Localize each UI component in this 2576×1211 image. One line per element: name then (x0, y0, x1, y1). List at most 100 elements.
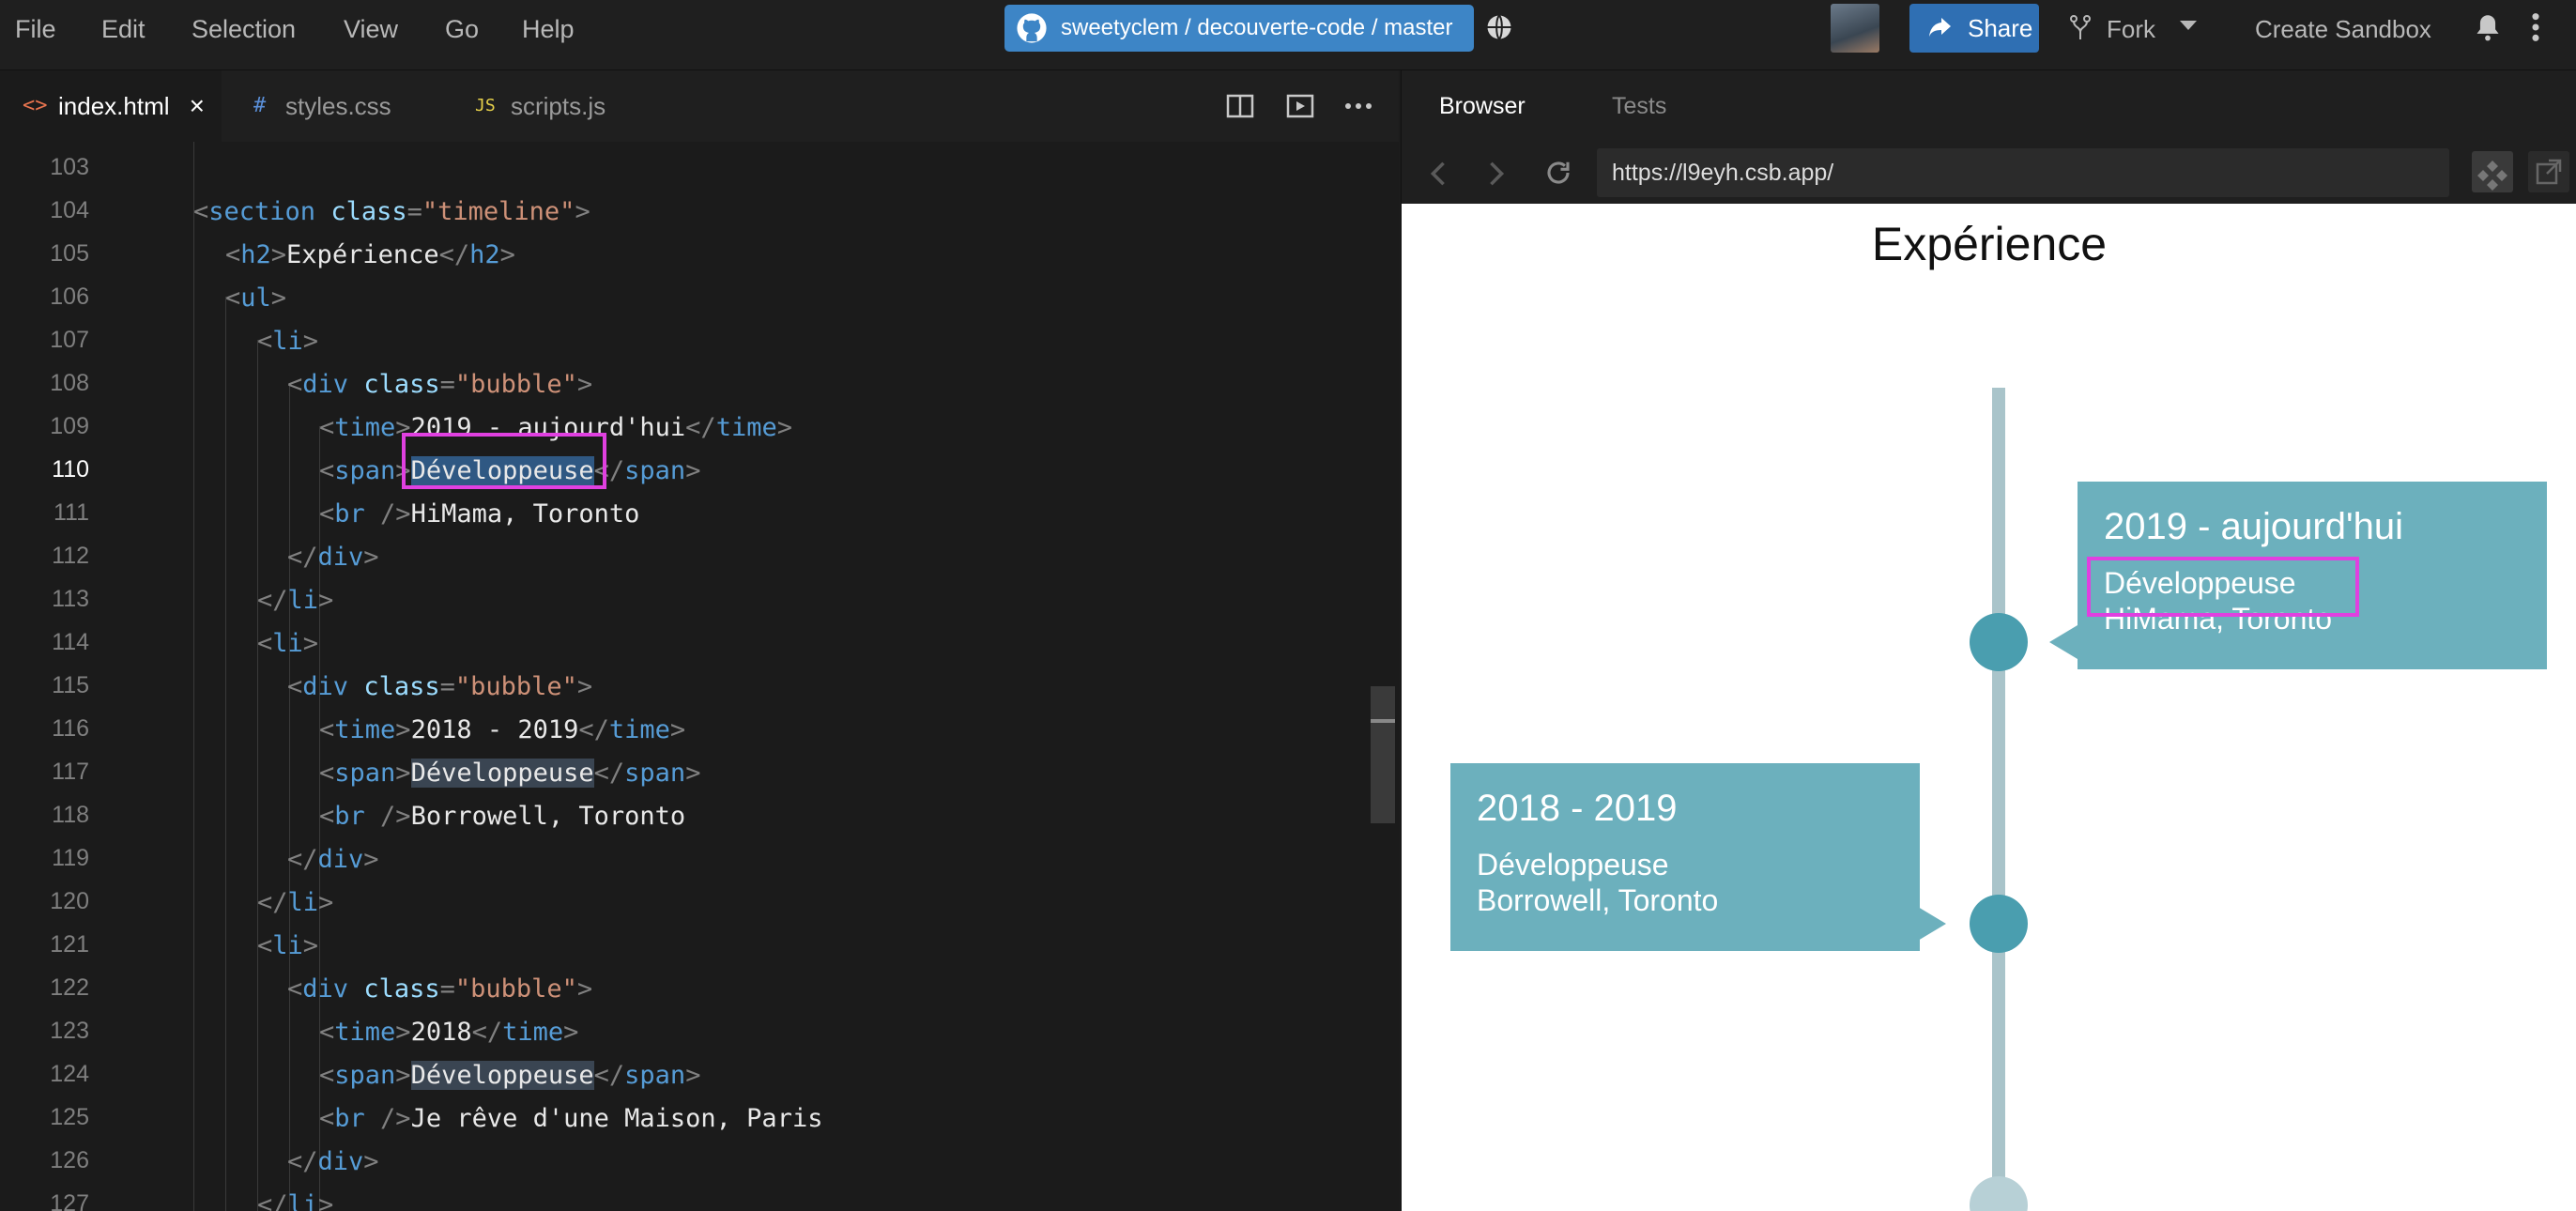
code-line: <time>2018</time> (319, 1018, 579, 1047)
repo-link[interactable]: sweetyclem / decouverte-code / master (1004, 5, 1474, 52)
forward-icon[interactable] (1488, 161, 1505, 187)
tab-tests[interactable]: Tests (1612, 70, 1666, 142)
code-line: <br />HiMama, Toronto (319, 499, 640, 529)
tab-label: scripts.js (511, 92, 606, 120)
menu-go[interactable]: Go (445, 0, 479, 58)
menu-file[interactable]: File (15, 0, 56, 58)
bubble-date: 2018 - 2019 (1477, 788, 1678, 829)
tab-label: index.html (58, 92, 170, 120)
annotation-highlight-box (2087, 557, 2359, 617)
bell-icon[interactable] (2475, 13, 2501, 41)
line-number: 114 (52, 629, 89, 655)
browser-viewport[interactable]: Expérience 2019 - aujourd'hui Développeu… (1402, 204, 2576, 1211)
indent-guide (289, 383, 290, 1211)
code-line: <section class="timeline"> (193, 197, 590, 226)
timeline-line (1992, 388, 2005, 1211)
github-icon (1017, 13, 1047, 43)
code-line: </li> (257, 1190, 334, 1211)
timeline-bubble: 2018 - 2019 Développeuse Borrowell, Toro… (1450, 763, 1920, 951)
code-line: <div class="bubble"> (287, 370, 593, 399)
line-number: 126 (50, 1147, 89, 1173)
repo-label: sweetyclem / decouverte-code / master (1061, 15, 1453, 40)
line-number: 124 (50, 1061, 89, 1087)
code-line: <span>Développeuse</span> (319, 1061, 701, 1090)
line-number: 104 (50, 197, 89, 223)
code-line: <ul> (225, 284, 287, 313)
split-editor-icon[interactable] (1226, 93, 1254, 119)
fork-label: Fork (2107, 15, 2155, 43)
menu-selection[interactable]: Selection (192, 0, 296, 58)
close-icon[interactable]: × (190, 70, 205, 142)
html-file-icon: <> (23, 94, 48, 117)
preview-panel: Browser Tests Expérience (1401, 70, 2576, 1211)
editor-scrollbar[interactable] (1371, 686, 1395, 823)
menu-view[interactable]: View (344, 0, 398, 58)
menu-edit[interactable]: Edit (101, 0, 146, 58)
code-line: <br />Borrowell, Toronto (319, 802, 686, 831)
tab-label: styles.css (285, 92, 391, 120)
annotation-highlight-box (402, 433, 606, 489)
code-line: </div> (287, 543, 379, 572)
tab-styles-css[interactable]: # styles.css (231, 70, 447, 142)
code-line: </li> (257, 888, 334, 917)
code-line: </div> (287, 1147, 379, 1176)
code-line: <span>Développeuse</span> (319, 759, 701, 788)
page-heading: Expérience (1871, 218, 2108, 270)
code-line: <li> (257, 327, 319, 356)
tab-browser[interactable]: Browser (1439, 70, 1526, 142)
bubble-place: Borrowell, Toronto (1477, 883, 1719, 917)
fork-dropdown-caret-icon[interactable] (2180, 21, 2197, 30)
line-number: 119 (52, 845, 89, 871)
share-label: Share (1968, 14, 2033, 42)
timeline-dot (1970, 895, 2028, 953)
menu-help[interactable]: Help (522, 0, 575, 58)
line-number: 113 (52, 586, 89, 612)
code-line: </div> (287, 845, 379, 874)
bubble-date: 2019 - aujourd'hui (2104, 506, 2403, 547)
line-number: 122 (50, 974, 89, 1001)
url-input[interactable] (1597, 148, 2449, 197)
line-number: 117 (52, 759, 89, 785)
line-number: 115 (52, 672, 89, 698)
indent-guide (225, 297, 226, 1211)
line-number: 110 (52, 456, 89, 483)
line-number: 118 (52, 802, 89, 828)
bubble-role: Développeuse (1477, 848, 1669, 881)
css-file-icon: # (253, 94, 267, 117)
timeline-dot (1970, 1176, 2028, 1211)
create-sandbox-button[interactable]: Create Sandbox (2255, 0, 2431, 58)
bubble-pointer (2049, 625, 2078, 659)
user-avatar[interactable] (1831, 4, 1879, 53)
line-number: 125 (50, 1104, 89, 1130)
code-line: <li> (257, 931, 319, 960)
more-vertical-icon[interactable] (2529, 11, 2542, 43)
bubble-pointer (1918, 907, 1946, 941)
line-number: 105 (50, 240, 89, 267)
code-line: <div class="bubble"> (287, 672, 593, 701)
line-number: 109 (50, 413, 89, 439)
preview-icon[interactable] (1286, 93, 1314, 119)
line-number: 106 (50, 284, 89, 310)
more-horizontal-icon[interactable] (1344, 102, 1372, 110)
share-arrow-icon (1929, 18, 1951, 37)
line-number: 121 (50, 931, 89, 958)
code-line: <div class="bubble"> (287, 974, 593, 1004)
browser-address-bar (1402, 142, 2576, 204)
open-new-window-icon[interactable] (2528, 151, 2569, 192)
tab-scripts-js[interactable]: JS scripts.js (454, 70, 661, 142)
reload-icon[interactable] (1544, 159, 1572, 187)
line-number: 127 (50, 1190, 89, 1211)
code-line: </li> (257, 586, 334, 615)
fork-button[interactable]: Fork (2069, 0, 2155, 58)
share-button[interactable]: Share (1909, 4, 2039, 53)
tab-index-html[interactable]: <> index.html × (0, 70, 222, 142)
line-number: 103 (50, 154, 89, 180)
line-number: 108 (50, 370, 89, 396)
scrollbar-cursor-marker (1371, 719, 1395, 723)
indent-guide (193, 142, 194, 1211)
back-icon[interactable] (1430, 161, 1447, 187)
devtools-glyph-icon (2477, 161, 2507, 191)
globe-icon[interactable] (1485, 13, 1513, 41)
code-editor[interactable]: 103 104 105 106 107 108 109 110 111 112 113 114 115 1… (0, 142, 1399, 1211)
devtools-icon[interactable] (2472, 151, 2513, 192)
